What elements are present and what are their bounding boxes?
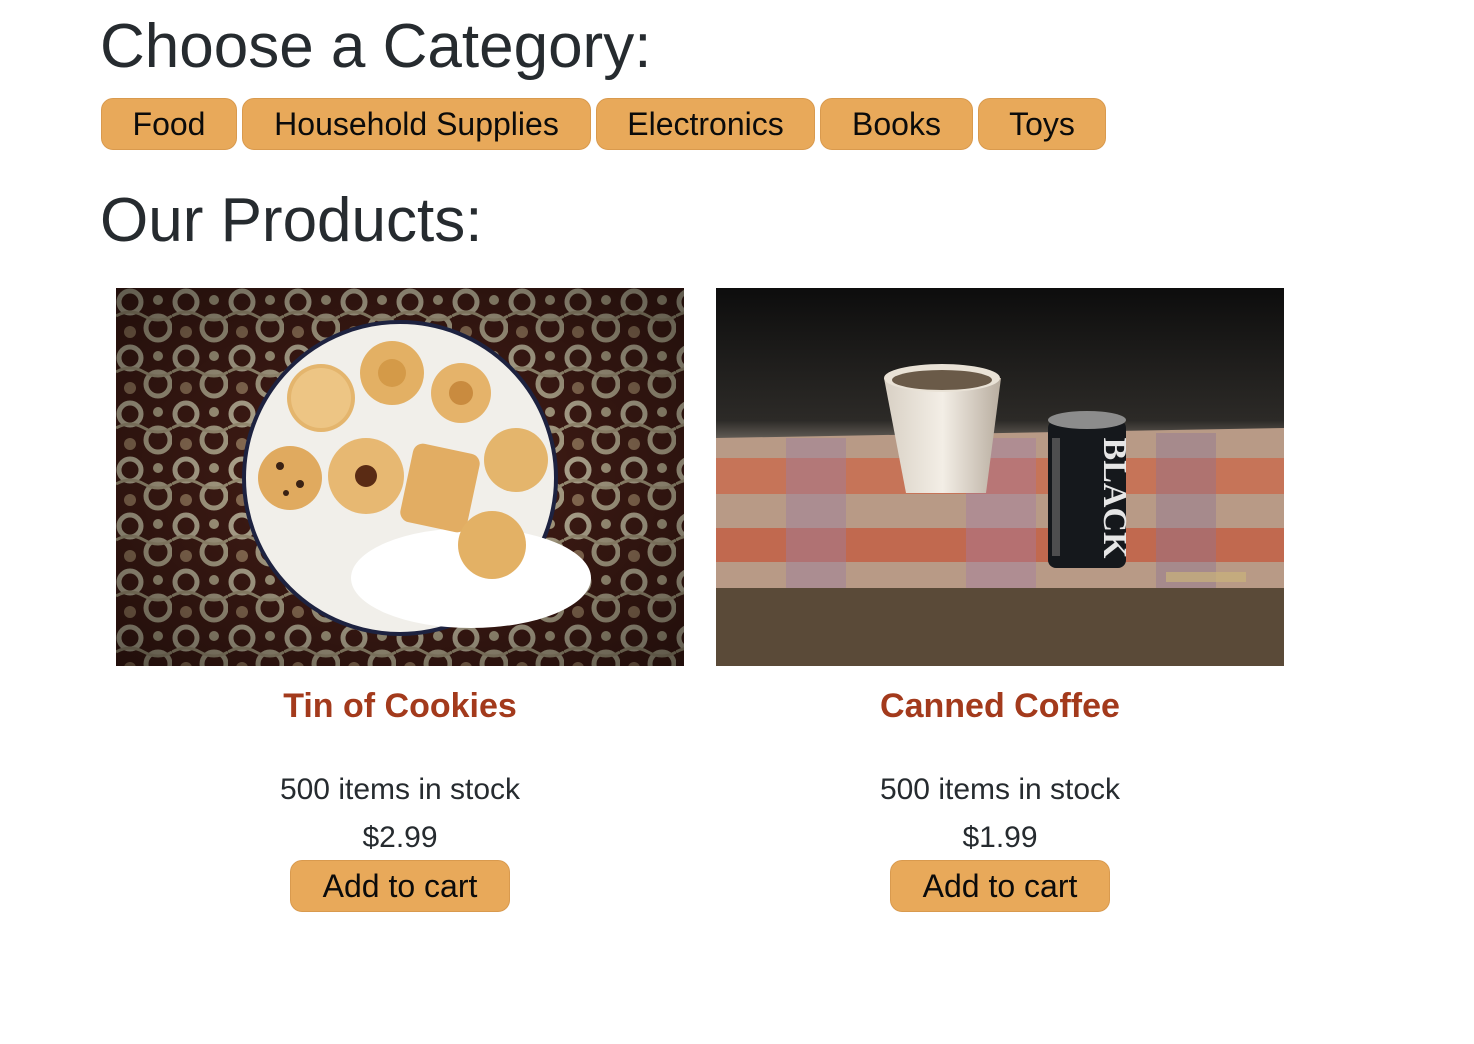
product-price: $1.99 [962, 821, 1038, 854]
category-button-household-supplies[interactable]: Household Supplies [242, 98, 591, 150]
category-heading: Choose a Category: [100, 12, 652, 81]
add-to-cart-button[interactable]: Add to cart [290, 860, 510, 912]
canned-coffee-photo: BLACK [716, 288, 1284, 666]
category-button-toys[interactable]: Toys [978, 98, 1106, 150]
product-title[interactable]: Tin of Cookies [116, 686, 684, 726]
product-title[interactable]: Canned Coffee [716, 686, 1284, 726]
category-button-books[interactable]: Books [820, 98, 973, 150]
product-stock: 500 items in stock [279, 773, 521, 806]
category-bar: Food Household Supplies Electronics Book… [101, 98, 1106, 150]
cookie-tin-photo [116, 288, 684, 666]
category-button-electronics[interactable]: Electronics [596, 98, 815, 150]
product-card: BLACK Canned Coffee 500 items in stock $… [716, 288, 1284, 912]
product-stock: 500 items in stock [879, 773, 1121, 806]
svg-text:BLACK: BLACK [1096, 438, 1133, 559]
product-price: $2.99 [362, 821, 438, 854]
category-button-food[interactable]: Food [101, 98, 237, 150]
products-heading: Our Products: [100, 186, 483, 255]
product-card: Tin of Cookies 500 items in stock $2.99 … [116, 288, 684, 912]
add-to-cart-button[interactable]: Add to cart [890, 860, 1110, 912]
